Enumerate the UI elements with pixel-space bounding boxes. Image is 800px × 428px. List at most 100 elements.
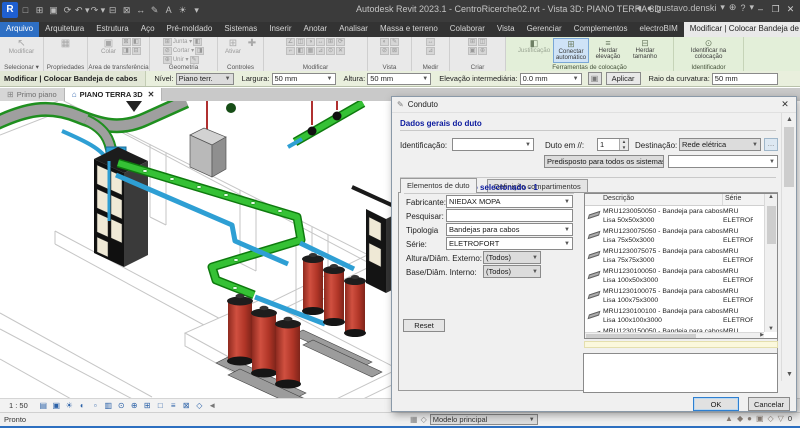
reveal-hidden-icon[interactable]: ⊞ — [141, 401, 154, 410]
scroll-down-icon[interactable]: ▼ — [768, 326, 774, 332]
lock-orientation-icon[interactable]: ⊙ — [115, 401, 128, 410]
tab-modificar-contextual[interactable]: Modificar | Colocar Bandeja de cabos — [684, 22, 800, 37]
user-icon[interactable]: ● — [647, 3, 652, 13]
search-icon[interactable]: ◄ — [634, 3, 643, 13]
tab-complementos[interactable]: Complementos — [568, 22, 634, 37]
cancel-button[interactable]: Cancelar — [748, 397, 790, 411]
view-tab-primo-piano[interactable]: ⊞ Primo piano — [0, 88, 65, 101]
create-similar-icon[interactable]: ◫ — [478, 38, 487, 46]
properties-button[interactable]: ▦ — [50, 38, 82, 56]
cope-icon[interactable]: ⊞ — [163, 38, 172, 46]
inherit-size-button[interactable]: ⊟Herdar tamanho — [627, 38, 663, 61]
altura-diam-select[interactable]: (Todos)▼ — [483, 251, 541, 264]
offset-icon[interactable]: ◫ — [296, 38, 305, 46]
constraints-icon[interactable]: ⊠ — [180, 401, 193, 410]
column-serie[interactable]: Série — [723, 194, 751, 205]
save-icon[interactable]: ▣ — [47, 3, 60, 18]
list-item[interactable]: MRU1230075050 - Bandeja para cabos Lisa … — [585, 226, 777, 246]
match-icon[interactable]: ◨ — [122, 47, 131, 55]
new-icon[interactable]: □ — [19, 3, 32, 18]
largura-select[interactable]: 50 mm▼ — [272, 73, 336, 85]
fabricante-select[interactable]: NIEDAX MOPA▼ — [446, 195, 573, 208]
scale-icon[interactable]: ⊿ — [316, 47, 325, 55]
element-list[interactable]: Descrição Série MRU1230050050 - Bandeja … — [584, 193, 778, 339]
tab-arquitetura[interactable]: Arquitetura — [39, 22, 90, 37]
analytical-icon[interactable]: ≡ — [167, 401, 180, 410]
linework-icon[interactable]: ⊘ — [380, 47, 389, 55]
elevacao-select[interactable]: 0.0 mm▼ — [520, 73, 582, 85]
tab-vista[interactable]: Vista — [491, 22, 521, 37]
tipologia-select[interactable]: Bandejas para cabos▼ — [446, 223, 573, 236]
list-item[interactable]: MRU1230100050 - Bandeja para cabos Lisa … — [585, 266, 777, 286]
demolish-icon[interactable]: ✎ — [190, 56, 199, 64]
raio-input[interactable]: 50 mm — [712, 73, 778, 85]
tab-sistemas[interactable]: Sistemas — [218, 22, 263, 37]
worksharing-icon[interactable]: ◇ — [193, 401, 206, 410]
worksets-icon[interactable]: ◇ — [421, 415, 427, 424]
aplicar-button[interactable]: Aplicar — [606, 72, 641, 85]
copy2-icon[interactable]: ⊞ — [326, 38, 335, 46]
editing-requests-icon[interactable]: ▦ — [410, 415, 418, 424]
create-group-icon[interactable]: ⊞ — [468, 38, 477, 46]
render-icon[interactable]: ☀ — [176, 3, 189, 18]
destinacao-more-button[interactable]: ... — [764, 138, 778, 151]
visual-style-icon[interactable]: ▣ — [50, 401, 63, 410]
delete-icon[interactable]: ✕ — [336, 47, 345, 55]
dialog-title-bar[interactable]: ✎ Conduto — [392, 97, 796, 113]
measure-two-icon[interactable]: ↔ — [426, 38, 435, 46]
shadows-icon[interactable]: ◐ — [76, 401, 89, 410]
temporary-view-icon[interactable]: □ — [154, 401, 167, 410]
create-assembly-icon[interactable]: ▣ — [468, 47, 477, 55]
select-underlay-icon[interactable]: ◆ — [737, 414, 743, 423]
filter-icon[interactable]: ▽ — [778, 414, 784, 423]
text-icon[interactable]: A — [162, 3, 175, 18]
scroll-up-icon[interactable]: ▲ — [768, 194, 774, 200]
reset-button[interactable]: Reset — [403, 319, 445, 332]
minimize-button[interactable]: – — [753, 0, 768, 18]
create-parts-icon[interactable]: ⊕ — [478, 47, 487, 55]
help-icon[interactable]: ? — [740, 3, 745, 13]
tab-anotar[interactable]: Anotar — [297, 22, 333, 37]
spin-down-icon[interactable]: ▼ — [620, 145, 628, 151]
revit-logo-icon[interactable]: R — [2, 2, 18, 18]
view-tab-piano-terra-3d[interactable]: ⌂ PIANO TERRA 3D ✕ — [65, 88, 163, 101]
cable-tray-upper-right[interactable] — [288, 101, 363, 147]
list-vertical-scrollbar[interactable]: ▲▼ — [764, 194, 777, 332]
pencil-icon[interactable]: ✎ — [148, 3, 161, 18]
rotate-icon[interactable]: ⟳ — [336, 38, 345, 46]
list-item[interactable]: MRU1230050050 - Bandeja para cabos Lisa … — [585, 206, 777, 226]
drag-selection-icon[interactable]: ◇ — [768, 414, 774, 423]
inherit-elevation-button[interactable]: ≡Herdar elevação — [590, 38, 626, 61]
store-icon[interactable]: ⊕ — [729, 2, 737, 13]
auto-connect-button[interactable]: ⊞Conectar automático — [553, 38, 589, 63]
move-icon[interactable]: ↔ — [316, 38, 325, 46]
altura-select[interactable]: 50 mm▼ — [367, 73, 431, 85]
destinacao-select[interactable]: Rede elétrica▼ — [679, 138, 761, 151]
pin-icon[interactable]: ⊙ — [326, 47, 335, 55]
select-links-icon[interactable]: ▲ — [725, 414, 733, 423]
dialog-scrollbar[interactable]: ▲ ▼ — [781, 113, 796, 381]
list-item[interactable]: MRU1230100100 - Bandeja para cabos Lisa … — [585, 306, 777, 326]
close-button[interactable]: ✕ — [783, 0, 798, 18]
junction-box[interactable] — [190, 101, 226, 177]
beam-icon[interactable]: ◨ — [195, 47, 204, 55]
modify-button[interactable]: ↖Modificar — [6, 38, 38, 56]
scroll-right-icon[interactable]: ▶ — [760, 332, 764, 338]
scroll-thumb[interactable] — [784, 127, 794, 187]
tab-aco[interactable]: Aço — [135, 22, 161, 37]
signed-in-user[interactable]: gustavo.denski — [656, 3, 716, 13]
tab-elementos-de-duto[interactable]: Elementos de duto — [400, 178, 477, 193]
predisposto-select[interactable]: Predisposto para todos os sistemas e▼ — [544, 155, 664, 168]
measure-along-icon[interactable]: ⊿ — [426, 47, 435, 55]
sync-icon[interactable]: ⟳ — [61, 3, 74, 18]
scroll-up-icon[interactable]: ▲ — [782, 113, 797, 126]
open-icon[interactable]: ⊞ — [33, 3, 46, 18]
select-by-face-icon[interactable]: ▣ — [756, 414, 764, 423]
paste-special-icon[interactable]: ⊟ — [132, 47, 141, 55]
design-option-select[interactable]: Modelo principal▼ — [430, 414, 538, 425]
split-icon[interactable]: ◧ — [296, 47, 305, 55]
copy-icon[interactable]: ◧ — [132, 38, 141, 46]
tab-electrobim[interactable]: electroBIM — [634, 22, 684, 37]
list-horizontal-scrollbar[interactable]: ▶ — [585, 332, 764, 338]
measure-icon[interactable]: ↔ — [134, 3, 147, 18]
